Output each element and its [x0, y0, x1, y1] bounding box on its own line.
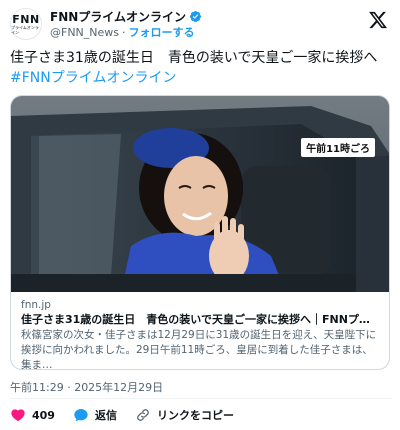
reply-label: 返信	[94, 409, 117, 422]
like-count: 409	[32, 408, 55, 422]
tweet-text: 佳子さま31歳の誕生日 青色の装いで天皇ご一家に挨拶へ #FNNプライムオンライ…	[10, 48, 392, 88]
follow-button[interactable]: フォローする	[129, 24, 195, 40]
tweet-header: FNN プライムオンライン FNNプライムオンライン @FNN_News · フ…	[10, 8, 392, 40]
reply-button[interactable]: 返信	[73, 407, 117, 423]
user-handle[interactable]: @FNN_News	[50, 26, 119, 39]
car-photo-illustration	[11, 96, 389, 292]
verified-badge-icon	[189, 10, 202, 22]
name-row: FNNプライムオンライン	[50, 8, 202, 24]
handle-row: @FNN_News · フォローする	[50, 24, 195, 40]
card-image[interactable]: 午前11時ごろ	[11, 96, 389, 292]
like-button[interactable]: 409	[10, 407, 55, 423]
reply-bubble-icon	[74, 409, 88, 422]
tweet-body: 佳子さま31歳の誕生日 青色の装いで天皇ご一家に挨拶へ	[10, 50, 378, 66]
avatar-logo-subtext: プライムオンライン	[11, 24, 39, 35]
tweet-timestamp[interactable]: 午前11:29 · 2025年12月29日	[10, 379, 163, 395]
avatar-logo-text: FNN	[12, 12, 40, 26]
display-name[interactable]: FNNプライムオンライン	[50, 8, 186, 25]
copy-link-label: リンクをコピー	[156, 409, 234, 422]
avatar[interactable]: FNN プライムオンライン	[10, 8, 42, 40]
heart-icon	[11, 409, 25, 422]
link-icon	[137, 409, 149, 421]
action-bar: 409 返信 リンクをコピー	[10, 406, 252, 424]
card-meta: fnn.jp 佳子さま31歳の誕生日 青色の装いで天皇ご一家に挨拶へ｜FNNプラ…	[11, 292, 389, 370]
link-card[interactable]: 午前11時ごろ fnn.jp 佳子さま31歳の誕生日 青色の装いで天皇ご一家に挨…	[10, 95, 390, 370]
card-description: 秋篠宮家の次女・佳子さまは12月29日に31歳の誕生日を迎え、天皇陛下に挨拶に向…	[21, 329, 377, 370]
time-badge: 午前11時ごろ	[301, 138, 375, 157]
copy-link-button[interactable]: リンクをコピー	[135, 407, 234, 423]
hashtag-link[interactable]: #FNNプライムオンライン	[10, 68, 392, 88]
separator-dot: ·	[122, 25, 126, 39]
x-logo-icon[interactable]	[368, 10, 388, 30]
card-title[interactable]: 佳子さま31歳の誕生日 青色の装いで天皇ご一家に挨拶へ｜FNNプライムオ…	[21, 312, 379, 328]
card-domain: fnn.jp	[21, 299, 51, 311]
divider	[10, 398, 392, 399]
